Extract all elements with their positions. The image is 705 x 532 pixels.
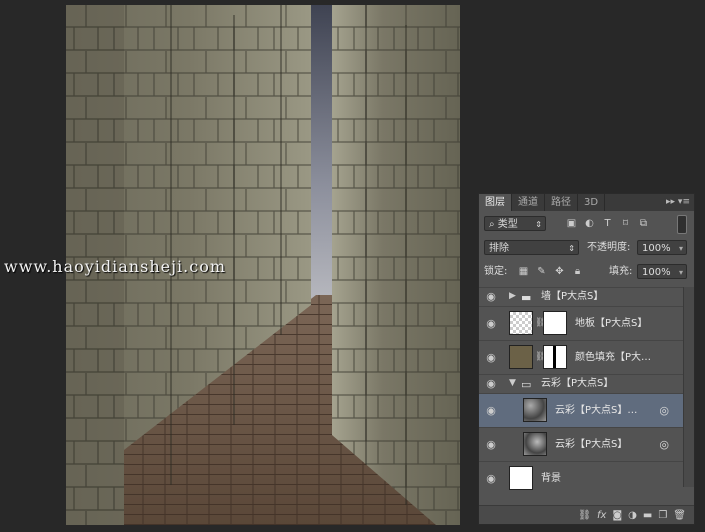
lock-all-icon[interactable]: 🔒︎ (571, 265, 584, 278)
eye-icon[interactable]: ◉ (485, 404, 497, 417)
stepper-icon: ⇕ (535, 220, 542, 229)
blend-mode-select[interactable]: 排除 ⇕ (484, 240, 579, 255)
panel-menu-icon[interactable]: ▸▸ ▾≡ (666, 194, 690, 211)
panel-tabs: 图层 通道 路径 3D ▸▸ ▾≡ (479, 194, 694, 211)
tab-layers[interactable]: 图层 (479, 194, 512, 211)
layer-clouds-copy[interactable]: ◉ 云彩【P大点S】… ◎ (479, 393, 683, 427)
layer-color-fill[interactable]: ◉ ⛓ 颜色填充【P大… (479, 340, 683, 374)
eye-icon[interactable]: ◉ (485, 317, 497, 330)
chevron-down-icon: ▾ (678, 244, 683, 253)
link-layers-icon[interactable]: ⛓ (578, 510, 591, 521)
layer-name: 云彩【P大点S】 (541, 378, 614, 389)
lock-move-icon[interactable]: ✥ (553, 265, 566, 278)
layer-name: 云彩【P大点S】… (555, 404, 638, 416)
type-filter-icon[interactable]: T (601, 217, 614, 230)
eye-icon[interactable]: ◉ (485, 472, 497, 485)
layers-scrollbar[interactable] (683, 287, 694, 487)
layer-name: 颜色填充【P大… (575, 351, 652, 363)
panel-bottom-toolbar: ⛓ fx ◙ ◑ ▬ ❐ 🗑︎ (479, 505, 694, 524)
image-filter-icon[interactable]: ▣ (565, 217, 578, 230)
smart-object-filter-icon[interactable]: ⧉ (637, 217, 650, 230)
layer-name: 背景 (541, 472, 561, 484)
layers-panel: 图层 通道 路径 3D ▸▸ ▾≡ ⌕ 类型 ⇕ ▣ ◐ T ⌑ ⧉ 排除 ⇕ … (478, 193, 695, 525)
layer-background[interactable]: ◉ 背景 (479, 461, 683, 495)
trash-icon[interactable]: 🗑︎ (673, 510, 686, 521)
layer-group-clouds[interactable]: ◉ ▼ ▭ 云彩【P大点S】 (479, 374, 683, 393)
blend-mode-value: 排除 (489, 243, 509, 254)
tab-3d[interactable]: 3D (578, 194, 606, 211)
smart-object-thumbnail (523, 432, 547, 456)
background-thumbnail (509, 466, 533, 490)
layer-mask-thumbnail (543, 345, 567, 369)
layer-name: 墙【P大点S】 (541, 291, 604, 302)
eye-icon[interactable]: ◉ (485, 438, 497, 451)
adjustment-filter-icon[interactable]: ◐ (583, 217, 596, 230)
watermark-text: www.haoyidiansheji.com (4, 257, 227, 276)
layer-floor[interactable]: ◉ ⛓ 地板【P大点S】 (479, 306, 683, 340)
opacity-input[interactable]: 100% ▾ (637, 240, 687, 255)
chevron-down-icon: ▾ (678, 268, 683, 277)
opacity-value: 100% (642, 243, 671, 254)
layer-filter-select[interactable]: ⌕ 类型 ⇕ (484, 216, 546, 231)
fill-color-thumbnail (509, 345, 533, 369)
smart-object-thumbnail (523, 398, 547, 422)
layer-effects-icon: ◎ (659, 438, 669, 451)
fill-label: 填充: (609, 266, 633, 277)
shape-filter-icon[interactable]: ⌑ (619, 217, 632, 230)
fill-input[interactable]: 100% ▾ (637, 264, 687, 279)
eye-icon[interactable]: ◉ (485, 291, 497, 303)
eye-icon[interactable]: ◉ (485, 351, 497, 364)
tab-channels[interactable]: 通道 (512, 194, 545, 211)
lock-label: 锁定: (484, 266, 508, 277)
add-mask-icon[interactable]: ◙ (612, 510, 622, 521)
fill-value: 100% (642, 267, 671, 278)
layer-effects-icon: ◎ (659, 404, 669, 417)
folder-icon: ▬ (521, 291, 532, 304)
layer-group-wall[interactable]: ◉ ▶ ▬ 墙【P大点S】 (479, 287, 683, 306)
layer-name: 地板【P大点S】 (575, 317, 648, 329)
layer-clouds[interactable]: ◉ 云彩【P大点S】 ◎ (479, 427, 683, 461)
lock-brush-icon[interactable]: ✎ (535, 265, 548, 278)
eye-icon[interactable]: ◉ (485, 378, 497, 390)
filter-label: 类型 (497, 219, 518, 230)
layer-name: 云彩【P大点S】 (555, 438, 628, 450)
stepper-icon: ⇕ (568, 244, 575, 253)
search-icon: ⌕ (489, 219, 498, 230)
lock-transparent-icon[interactable]: ▦ (517, 265, 530, 278)
filter-toggle[interactable] (677, 215, 687, 234)
new-layer-icon[interactable]: ❐ (658, 510, 667, 521)
tab-paths[interactable]: 路径 (545, 194, 578, 211)
chevron-right-icon[interactable]: ▶ (509, 291, 516, 301)
opacity-label: 不透明度: (587, 242, 631, 253)
fx-icon[interactable]: fx (597, 510, 606, 521)
layer-mask-thumbnail (543, 311, 567, 335)
folder-icon: ▭ (521, 378, 532, 391)
chevron-down-icon[interactable]: ▼ (509, 378, 516, 388)
new-group-icon[interactable]: ▬ (643, 510, 652, 521)
layer-thumbnail (509, 311, 533, 335)
adjustment-layer-icon[interactable]: ◑ (628, 510, 637, 521)
